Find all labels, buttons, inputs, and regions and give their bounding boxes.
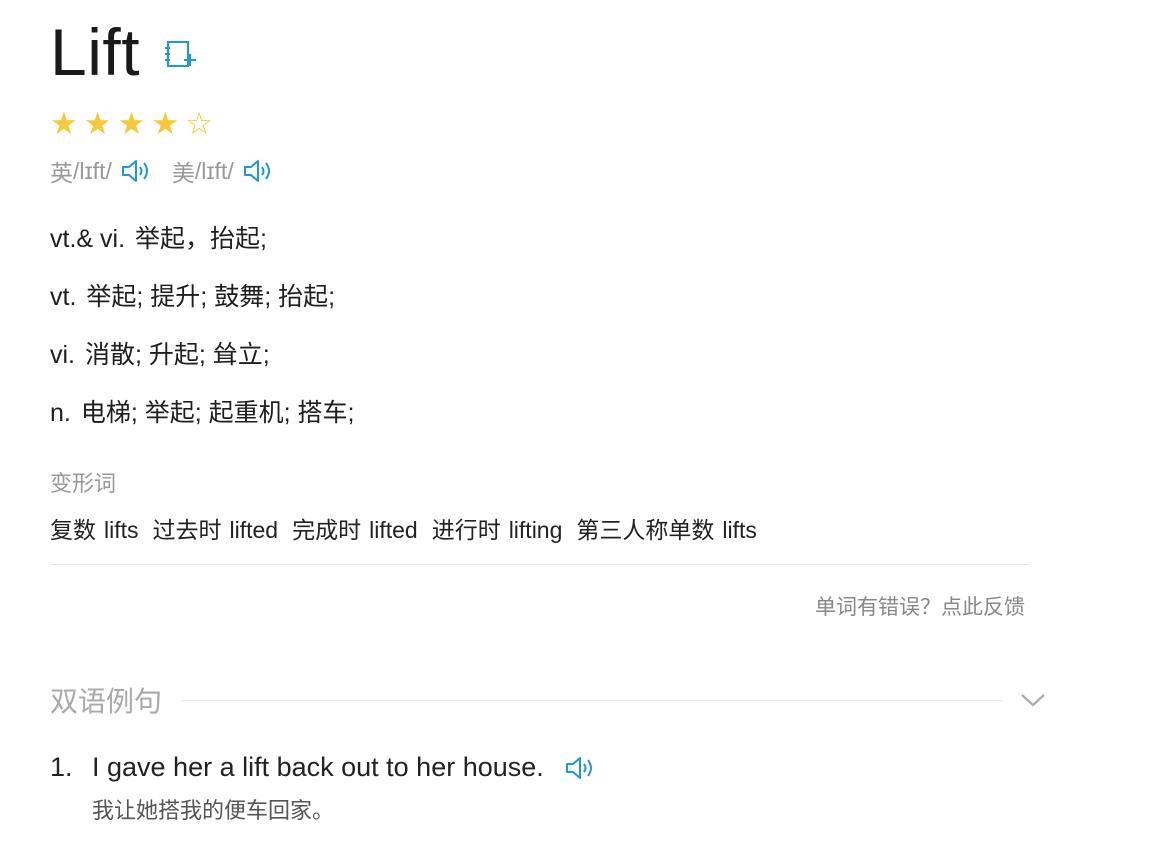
word-form-name: 完成时 bbox=[292, 517, 362, 543]
title-row: Lift bbox=[50, 12, 198, 92]
star-filled-icon: ★ bbox=[50, 106, 78, 141]
phonetic-ipa: /lɪft/ bbox=[73, 157, 112, 184]
example-english: I gave her a lift back out to her house. bbox=[92, 752, 544, 782]
example-number: 1. bbox=[50, 752, 73, 782]
definition-item: vt.& vi. 举起，抬起; bbox=[50, 220, 354, 278]
star-filled-icon: ★ bbox=[117, 106, 146, 141]
definition-meaning: 举起; 提升; 鼓舞; 抬起; bbox=[86, 283, 336, 311]
example-english-line: 1. I gave her a lift back out to her hou… bbox=[50, 752, 1050, 783]
phonetic-ipa: /lɪft/ bbox=[194, 157, 234, 184]
headword: Lift bbox=[50, 15, 141, 89]
add-to-wordbook-icon[interactable] bbox=[164, 38, 198, 72]
word-form-name: 过去时 bbox=[152, 517, 222, 543]
examples-section-header[interactable]: 双语例句 bbox=[50, 680, 1050, 720]
feedback-link[interactable]: 单词有错误？点此反馈 bbox=[815, 591, 1025, 621]
word-form-link[interactable]: lifting bbox=[509, 517, 563, 543]
definition-item: vt. 举起; 提升; 鼓舞; 抬起; bbox=[50, 278, 354, 336]
part-of-speech: vt. bbox=[50, 283, 77, 311]
word-form-name: 进行时 bbox=[431, 517, 501, 543]
definition-meaning: 电梯; 举起; 起重机; 搭车; bbox=[80, 399, 355, 427]
phonetic-us: 美 /lɪft/ bbox=[172, 154, 274, 188]
word-form-item: 完成时 lifted bbox=[292, 511, 418, 545]
star-filled-icon: ★ bbox=[83, 106, 112, 141]
word-form-item: 复数 lifts bbox=[50, 511, 139, 545]
word-form-name: 第三人称单数 bbox=[576, 517, 715, 543]
word-form-item: 过去时 lifted bbox=[153, 511, 279, 545]
definitions: vt.& vi. 举起，抬起; vt. 举起; 提升; 鼓舞; 抬起; vi. 消散;… bbox=[50, 220, 354, 452]
word-form-name: 复数 bbox=[50, 517, 96, 543]
examples-section-title: 双语例句 bbox=[50, 686, 163, 717]
word-form-item: 第三人称单数 lifts bbox=[576, 511, 757, 545]
word-form-item: 进行时 lifting bbox=[432, 511, 563, 545]
example-item: 1. I gave her a lift back out to her hou… bbox=[50, 752, 1050, 825]
divider bbox=[50, 564, 1030, 565]
definition-item: n. 电梯; 举起; 起重机; 搭车; bbox=[50, 394, 354, 452]
definition-item: vi. 消散; 升起; 耸立; bbox=[50, 336, 354, 394]
phonetic-region: 美 bbox=[171, 160, 195, 186]
part-of-speech: vt.& vi. bbox=[50, 225, 126, 253]
section-divider bbox=[182, 699, 1002, 701]
part-of-speech: n. bbox=[50, 399, 71, 427]
speaker-icon[interactable] bbox=[120, 157, 152, 185]
chevron-down-icon[interactable] bbox=[1018, 690, 1048, 710]
star-empty-icon: ☆ bbox=[185, 106, 213, 141]
phonetic-region: 英 bbox=[50, 160, 73, 186]
phonetics-row: 英 /lɪft/ 美 /lɪft/ bbox=[50, 154, 294, 188]
phonetic-uk: 英 /lɪft/ bbox=[50, 154, 152, 188]
word-forms: 复数 lifts 过去时 lifted 完成时 lifted 进行时 lifting 第… bbox=[50, 511, 771, 545]
definition-meaning: 消散; 升起; 耸立; bbox=[85, 341, 270, 369]
word-form-link[interactable]: lifted bbox=[230, 517, 279, 543]
star-rating: ★ ★ ★ ★ ☆ bbox=[50, 108, 213, 139]
word-form-link[interactable]: lifted bbox=[369, 517, 418, 543]
definition-meaning: 举起，抬起; bbox=[135, 225, 267, 253]
speaker-icon[interactable] bbox=[564, 754, 596, 782]
word-forms-label: 变形词 bbox=[50, 471, 117, 496]
word-form-link[interactable]: lifts bbox=[104, 517, 139, 543]
part-of-speech: vi. bbox=[50, 341, 75, 369]
star-filled-icon: ★ bbox=[151, 106, 180, 141]
speaker-icon[interactable] bbox=[242, 157, 274, 185]
word-form-link[interactable]: lifts bbox=[722, 517, 757, 543]
example-chinese: 我让她搭我的便车回家。 bbox=[92, 798, 335, 823]
